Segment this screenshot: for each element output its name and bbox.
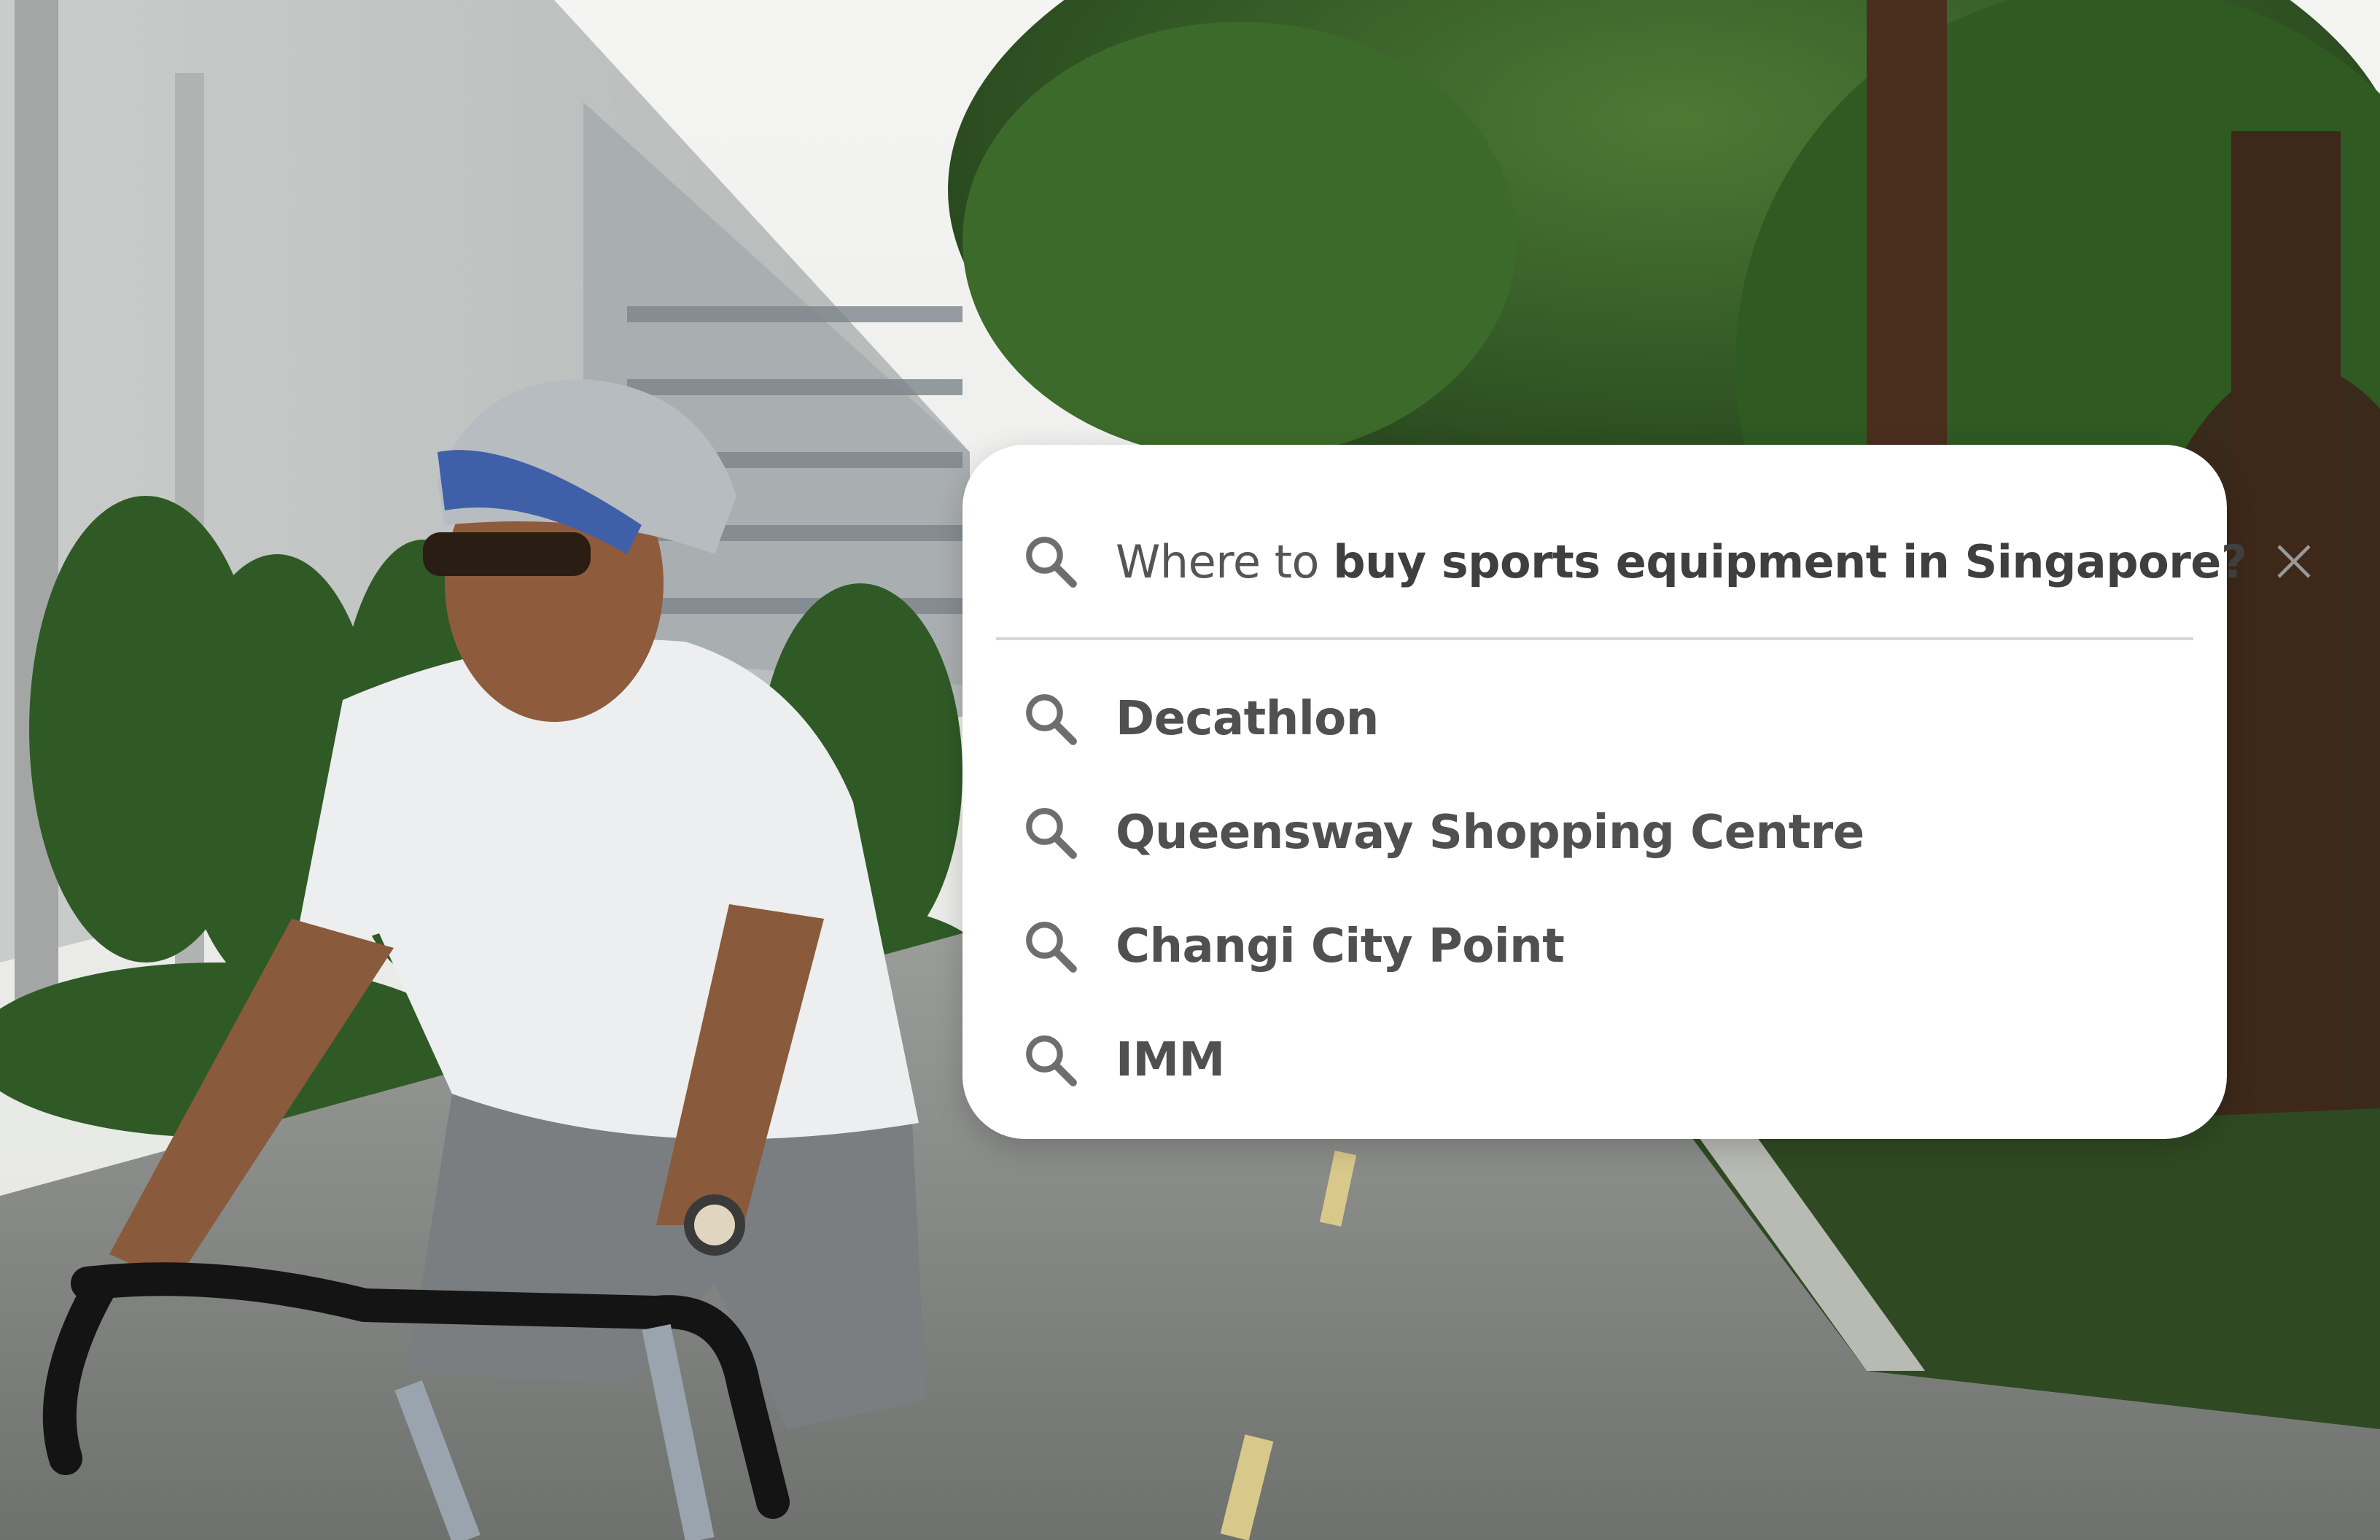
suggestion-item[interactable]: Changi City Point — [1021, 890, 2183, 1003]
search-query-plain: Where to — [1116, 534, 1334, 588]
search-icon — [1026, 537, 1077, 588]
suggestion-label: Decathlon — [1116, 692, 1379, 746]
search-suggestions-card: Where to buy sports equipment in Singapo… — [962, 445, 2311, 1139]
suggestion-label: IMM — [1116, 1033, 1225, 1087]
close-icon — [2277, 545, 2311, 578]
suggestion-item[interactable]: IMM — [1021, 1003, 2183, 1117]
divider — [996, 637, 2193, 640]
suggestion-list: Decathlon Queensway Shopping Centre Chan… — [1021, 662, 2183, 1117]
search-icon — [1026, 922, 1077, 973]
suggestion-label: Queensway Shopping Centre — [1116, 806, 1864, 860]
clear-search-button[interactable] — [2268, 536, 2319, 587]
search-query-bold: buy sports equipment in Singapore? — [1333, 534, 2247, 588]
search-icon — [1026, 1035, 1077, 1086]
suggestion-item[interactable]: Decathlon — [1021, 662, 2183, 776]
suggestion-label: Changi City Point — [1116, 919, 1565, 973]
suggestion-item[interactable]: Queensway Shopping Centre — [1021, 776, 2183, 890]
search-query[interactable]: Where to buy sports equipment in Singapo… — [1116, 535, 2247, 588]
search-bar[interactable]: Where to buy sports equipment in Singapo… — [1021, 510, 2311, 612]
search-icon — [1026, 808, 1077, 859]
search-icon — [1026, 694, 1077, 745]
